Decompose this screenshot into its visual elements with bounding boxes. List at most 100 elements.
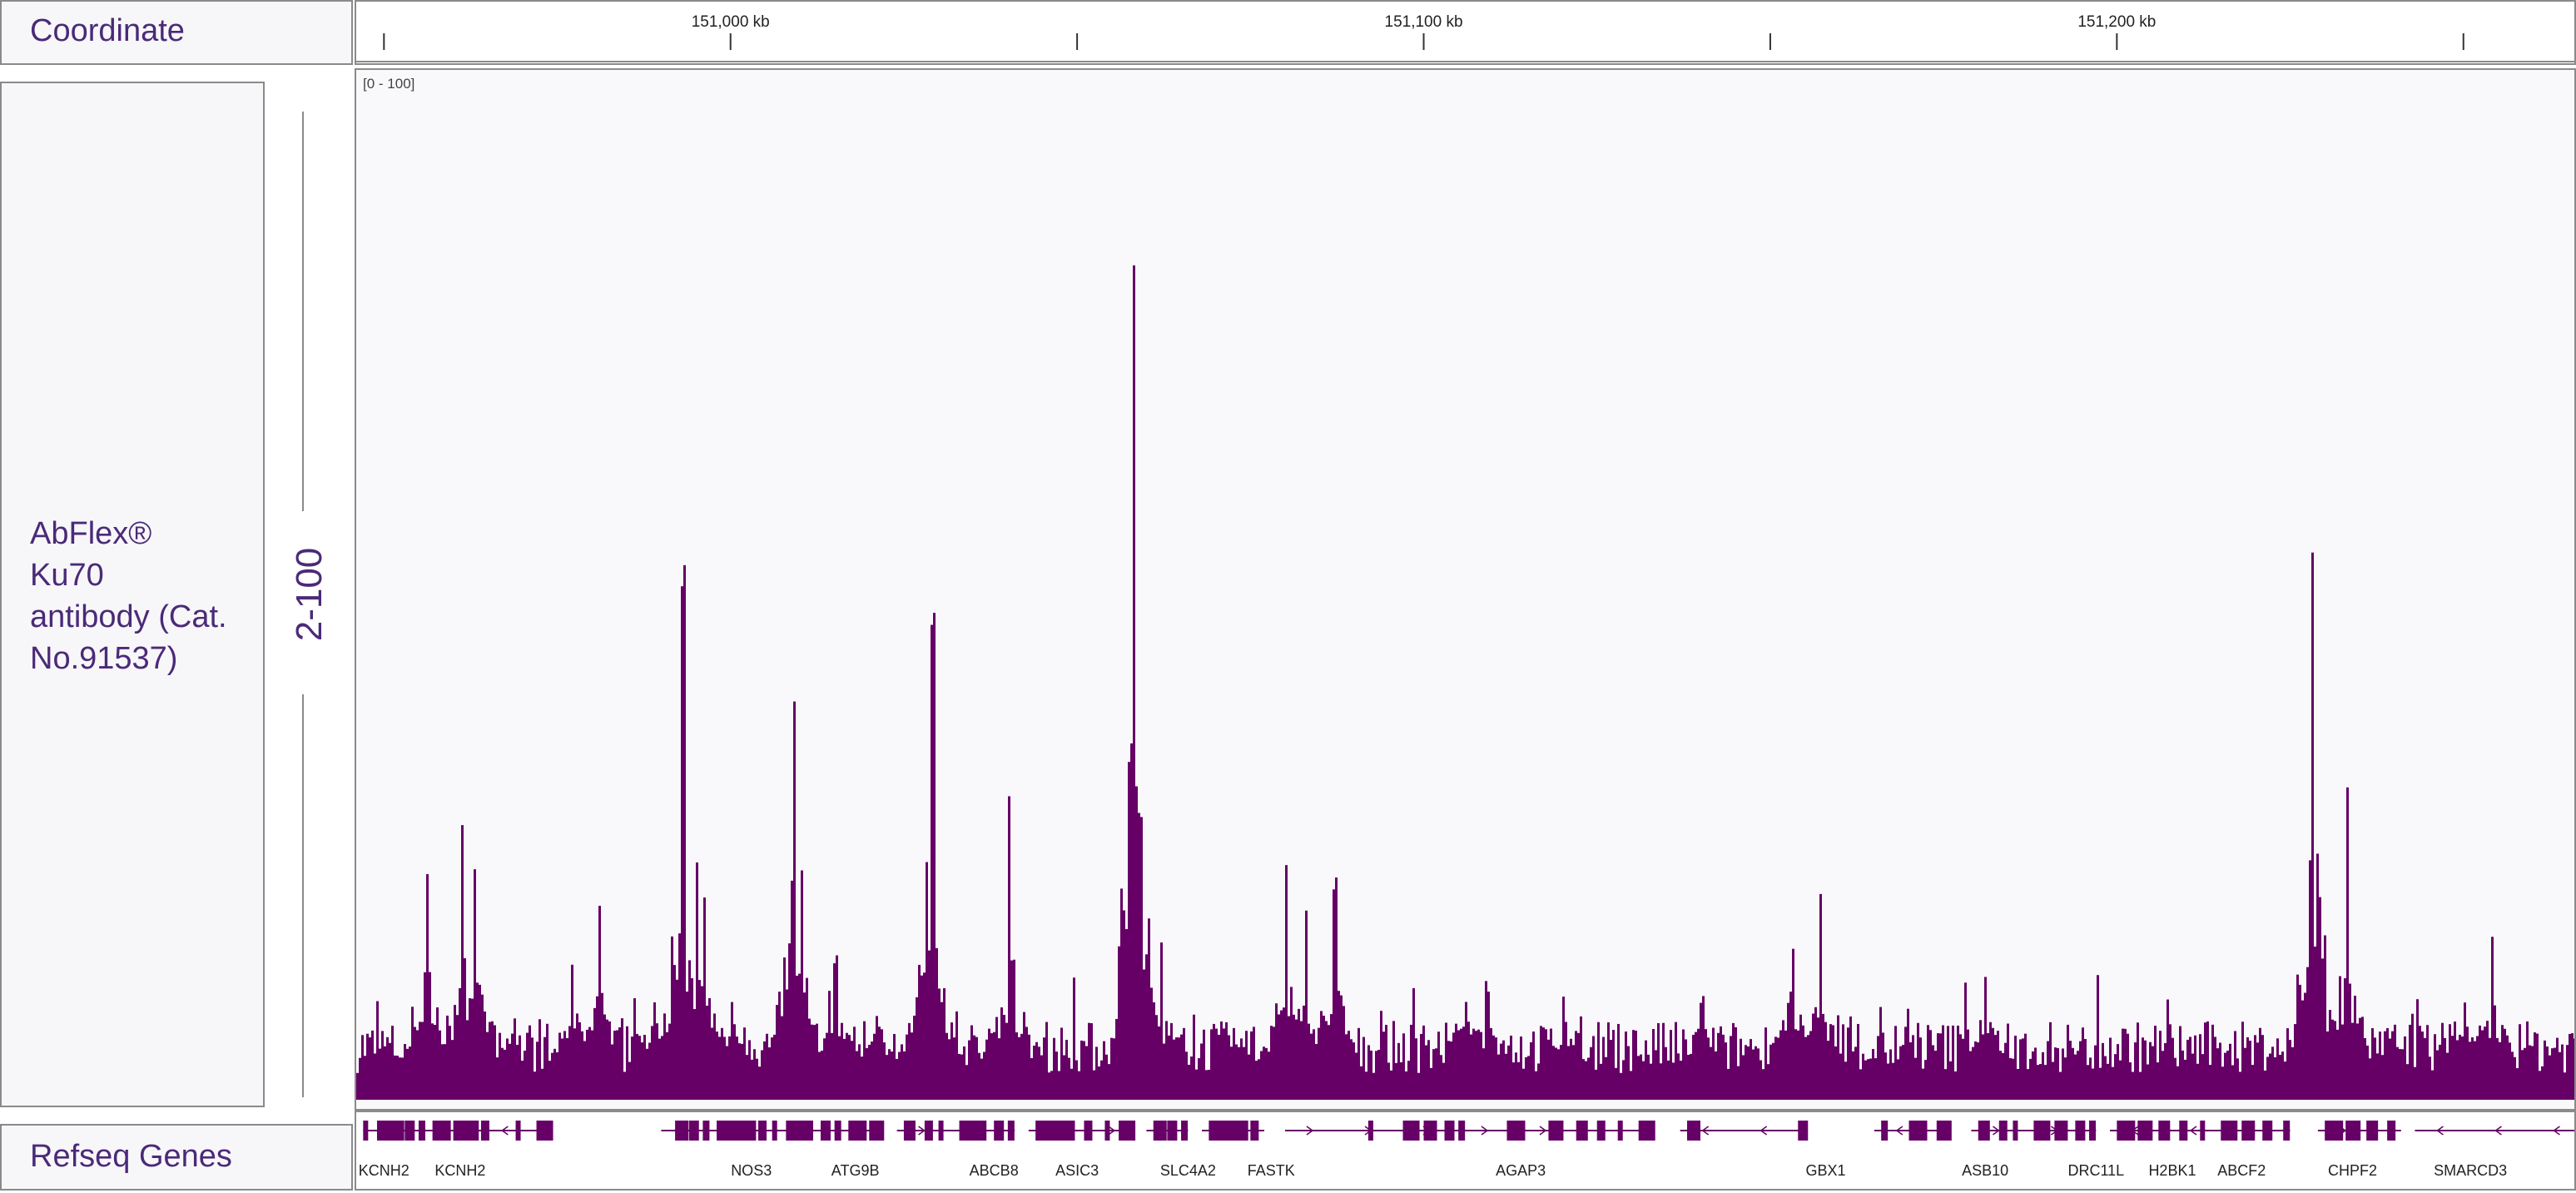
signal-bar xyxy=(1205,1070,1208,1099)
signal-bar xyxy=(561,1038,563,1099)
signal-bar xyxy=(995,1017,998,1099)
signal-bar xyxy=(421,1022,424,1099)
coordinate-ruler[interactable]: 151,000 kb 151,100 kb 151,200 kb xyxy=(355,0,2576,65)
signal-bar xyxy=(2264,1070,2266,1099)
signal-bar xyxy=(801,870,803,1099)
signal-bar xyxy=(2064,1057,2067,1099)
signal-bar xyxy=(1020,1033,1023,1099)
signal-bar xyxy=(1465,1002,1467,1099)
signal-bar xyxy=(2471,1036,2474,1099)
signal-bar xyxy=(2331,1019,2334,1099)
signal-bar xyxy=(1924,1060,1927,1099)
gene-exon xyxy=(1596,1121,1606,1141)
signal-bar xyxy=(833,963,836,1099)
signal-bar xyxy=(1427,1040,1430,1099)
signal-bar xyxy=(1103,1041,1105,1099)
signal-bar xyxy=(873,1033,876,1099)
scale-value: 2-100 xyxy=(289,547,330,642)
signal-bar xyxy=(1003,1015,1005,1099)
signal-bar xyxy=(970,1025,973,1099)
signal-bar xyxy=(1490,1027,1492,1099)
signal-bar xyxy=(1487,992,1490,1099)
signal-bar xyxy=(1837,1015,1839,1099)
signal-bar xyxy=(1223,1028,1225,1099)
signal-bar xyxy=(2142,1037,2144,1099)
signal-bar xyxy=(1480,1031,1482,1099)
signal-bar xyxy=(953,1037,955,1099)
gene-exon xyxy=(1250,1121,1259,1141)
signal-bar xyxy=(1874,1058,1877,1099)
signal-bar xyxy=(1864,1060,1867,1099)
signal-bar xyxy=(1495,1037,1497,1099)
signal-bar xyxy=(2466,1026,2469,1099)
signal-bar xyxy=(2341,1024,2344,1099)
signal-bar xyxy=(2154,1026,2157,1099)
signal-bar xyxy=(1310,1033,1313,1099)
signal-bar xyxy=(1670,1030,1672,1099)
signal-bar xyxy=(1799,1014,1802,1099)
refseq-genes-label[interactable]: Refseq Genes xyxy=(0,1124,353,1191)
gene-name-label: ASIC3 xyxy=(1055,1162,1099,1179)
signal-bar xyxy=(2474,1041,2476,1099)
signal-bar xyxy=(514,1018,516,1099)
signal-bar xyxy=(2077,1051,2079,1099)
signal-bar xyxy=(1555,1047,1557,1099)
signal-bar xyxy=(2256,1042,2259,1099)
signal-bar xyxy=(2414,1066,2416,1099)
coordinate-track-label[interactable]: Coordinate xyxy=(0,0,353,65)
signal-bar xyxy=(1872,1049,1874,1099)
signal-bar xyxy=(2336,1029,2339,1099)
genes-track[interactable]: KCNH2 KCNH2 NOS3 ATG9B ABCB8 ASIC3 SLC4A2 FASTK… xyxy=(355,1111,2576,1191)
signal-bar xyxy=(2356,1023,2359,1099)
signal-bar xyxy=(2087,1065,2089,1099)
signal-bar xyxy=(1954,1071,1957,1099)
signal-bar xyxy=(1839,1053,1842,1099)
signal-bar xyxy=(1412,987,1415,1099)
signal-bar xyxy=(1255,1061,1258,1099)
gene-exon xyxy=(363,1121,369,1141)
signal-bar xyxy=(384,1046,386,1099)
signal-bar xyxy=(1650,1063,1652,1099)
gene-exon xyxy=(2075,1121,2086,1141)
signal-bar xyxy=(776,1005,778,1099)
signal-bar xyxy=(633,998,636,1099)
signal-bar xyxy=(2499,1041,2501,1099)
genes-svg: KCNH2 KCNH2 NOS3 ATG9B ABCB8 ASIC3 SLC4A2 FASTK… xyxy=(359,1121,2574,1179)
signal-bar xyxy=(2099,1067,2102,1099)
signal-bar xyxy=(2119,1060,2122,1099)
signal-bar xyxy=(1909,1041,1912,1099)
signal-bar xyxy=(753,1049,756,1099)
signal-bar xyxy=(1705,1029,1707,1099)
signal-bar xyxy=(1198,1058,1200,1099)
signal-bar xyxy=(2399,1049,2401,1099)
signal-bar xyxy=(2416,999,2419,1099)
signal-bar xyxy=(1128,762,1130,1099)
signal-bar xyxy=(1994,1035,1997,1099)
gene-exon xyxy=(1153,1121,1167,1141)
signal-bar xyxy=(1400,1061,1402,1099)
signal-bar xyxy=(1942,1025,1944,1099)
ruler-tick-label: 151,100 kb xyxy=(1385,13,1463,31)
signal-track-label[interactable]: AbFlex® Ku70 antibody (Cat. No.91537) xyxy=(0,82,265,1107)
signal-bar xyxy=(2219,1042,2221,1099)
signal-bar xyxy=(1712,1027,1715,1099)
signal-bar xyxy=(1597,1022,1600,1099)
signal-bar xyxy=(1545,1029,1547,1099)
signal-bar xyxy=(1472,1028,1475,1099)
signal-bar xyxy=(469,998,471,1099)
signal-bar xyxy=(1362,1036,1365,1099)
signal-bar xyxy=(1180,1034,1183,1099)
signal-plot[interactable]: [0 - 100] xyxy=(355,68,2576,1111)
signal-bar xyxy=(688,960,691,1099)
signal-bar xyxy=(681,586,683,1099)
signal-bar xyxy=(628,1061,631,1099)
gene-exon xyxy=(688,1121,699,1141)
signal-bar xyxy=(898,1051,901,1099)
gene-exon xyxy=(1458,1121,1466,1141)
signal-bar xyxy=(623,1071,626,1099)
gene-exon xyxy=(432,1121,451,1141)
signal-bar xyxy=(871,1041,873,1099)
signal-bar xyxy=(1100,1060,1103,1099)
signal-bar xyxy=(1260,1051,1263,1099)
signal-bar xyxy=(1672,1062,1675,1099)
